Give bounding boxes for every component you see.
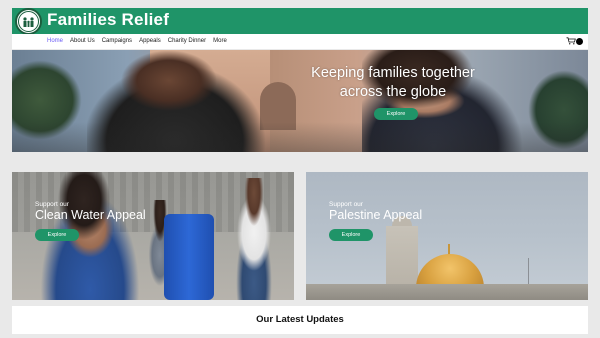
families-relief-logo-icon[interactable] [15,8,42,35]
nav-item-more[interactable]: More [213,38,227,44]
nav-item-appeals[interactable]: Appeals [139,38,161,44]
clean-water-explore-button[interactable]: Explore [35,229,79,241]
hero-explore-button[interactable]: Explore [374,108,418,120]
nav-item-campaigns[interactable]: Campaigns [102,38,132,44]
latest-updates-title: Our Latest Updates [256,314,344,325]
main-nav: Home About Us Campaigns Appeals Charity … [47,38,227,44]
hero-title: Keeping families together across the glo… [311,65,475,100]
logo-emblem [18,11,39,32]
nav-item-about-us[interactable]: About Us [70,38,95,44]
site-title[interactable]: Families Relief [47,10,169,30]
shopping-cart-icon[interactable] [566,37,576,45]
palestine-explore-button[interactable]: Explore [329,229,373,241]
card-eyebrow: Support our [35,201,69,208]
palestine-appeal-card[interactable]: Support our Palestine Appeal Explore [306,172,588,300]
latest-updates-section: Our Latest Updates [12,306,588,334]
card-eyebrow: Support our [329,201,363,208]
card-title: Palestine Appeal [329,208,423,222]
hero-ground [12,122,588,152]
nav-item-charity-dinner[interactable]: Charity Dinner [168,38,206,44]
cart-count-badge[interactable] [576,38,583,45]
card-photo-city [306,284,588,300]
nav-item-home[interactable]: Home [47,38,63,44]
clean-water-appeal-card[interactable]: Support our Clean Water Appeal Explore [12,172,294,300]
card-photo-man [224,178,284,300]
card-photo-water-tank [164,214,214,300]
card-title: Clean Water Appeal [35,208,146,222]
